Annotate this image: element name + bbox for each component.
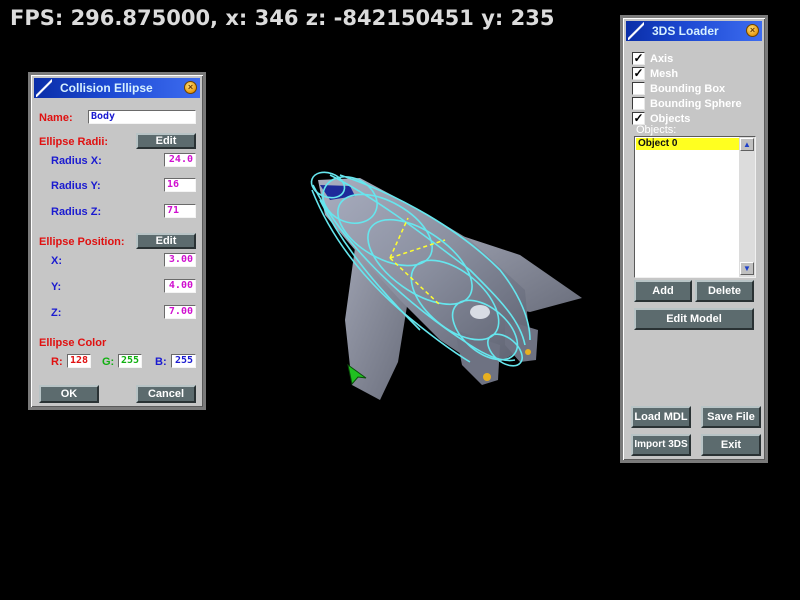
position-x-field[interactable]: 3.00: [164, 253, 196, 267]
delete-button[interactable]: Delete: [695, 280, 754, 302]
bounding-sphere-label: Bounding Sphere: [650, 98, 742, 110]
bounding-sphere-checkbox[interactable]: [632, 97, 645, 110]
radii-edit-button[interactable]: Edit: [136, 133, 196, 149]
objects-list-label: Objects:: [636, 124, 677, 136]
position-edit-button[interactable]: Edit: [136, 233, 196, 249]
radius-z-label: Radius Z:: [51, 206, 102, 218]
ok-button[interactable]: OK: [39, 385, 99, 403]
loader-panel-title: 3DS Loader: [652, 24, 719, 38]
color-r-label: R:: [51, 356, 63, 368]
color-g-label: G:: [102, 356, 115, 368]
mesh-checkbox[interactable]: ✓: [632, 67, 645, 80]
add-button[interactable]: Add: [634, 280, 692, 302]
color-b-field[interactable]: 255: [171, 354, 196, 368]
radius-y-label: Radius Y:: [51, 180, 101, 192]
close-icon[interactable]: ×: [184, 81, 197, 94]
scroll-down-icon[interactable]: ▼: [740, 262, 754, 275]
color-g-field[interactable]: 255: [118, 354, 142, 368]
radius-x-field[interactable]: 24.0: [164, 153, 196, 167]
bounding-box-checkbox[interactable]: [632, 82, 645, 95]
name-input[interactable]: Body: [88, 110, 196, 124]
position-y-field[interactable]: 4.00: [164, 279, 196, 293]
collision-panel-title: Collision Ellipse: [60, 81, 153, 95]
name-label: Name:: [39, 112, 73, 124]
color-b-label: B:: [155, 356, 167, 368]
radius-y-field[interactable]: 16: [164, 178, 196, 192]
radius-z-field[interactable]: 71: [164, 204, 196, 218]
position-z-field[interactable]: 7.00: [164, 305, 196, 319]
color-r-field[interactable]: 128: [67, 354, 91, 368]
window-slash-icon: [36, 79, 52, 97]
fps-readout: FPS: 296.875000, x: 346 z: -842150451 y:…: [10, 6, 555, 30]
axis-label: Axis: [650, 53, 674, 65]
objects-list[interactable]: Object 0 ▲ ▼: [634, 136, 756, 278]
spaceship-model: [318, 178, 582, 400]
collision-panel-titlebar[interactable]: Collision Ellipse ×: [34, 78, 200, 98]
loader-panel-titlebar[interactable]: 3DS Loader ×: [626, 21, 762, 41]
import-3ds-button[interactable]: Import 3DS: [631, 434, 691, 456]
save-file-button[interactable]: Save File: [701, 406, 761, 428]
mesh-label: Mesh: [650, 68, 679, 80]
exit-button[interactable]: Exit: [701, 434, 761, 456]
load-mdl-button[interactable]: Load MDL: [631, 406, 691, 428]
position-y-label: Y:: [51, 281, 62, 293]
close-icon[interactable]: ×: [746, 24, 759, 37]
3ds-loader-panel: 3DS Loader × ✓ Axis ✓ Mesh Bounding Box …: [620, 15, 768, 463]
list-item[interactable]: Object 0: [636, 138, 740, 150]
ellipse-color-label: Ellipse Color: [39, 337, 107, 349]
ellipse-radii-label: Ellipse Radii:: [39, 136, 109, 148]
scroll-up-icon[interactable]: ▲: [740, 138, 754, 151]
objects-scrollbar[interactable]: ▲ ▼: [739, 137, 755, 277]
bounding-box-label: Bounding Box: [650, 83, 726, 95]
radius-x-label: Radius X:: [51, 155, 102, 167]
position-z-label: Z:: [51, 307, 62, 319]
edit-model-button[interactable]: Edit Model: [634, 308, 754, 330]
window-slash-icon: [628, 22, 644, 40]
cancel-button[interactable]: Cancel: [136, 385, 196, 403]
axis-checkbox[interactable]: ✓: [632, 52, 645, 65]
ellipse-position-label: Ellipse Position:: [39, 236, 125, 248]
collision-ellipse-panel: Collision Ellipse × Name: Body Ellipse R…: [28, 72, 206, 410]
position-x-label: X:: [51, 255, 62, 267]
